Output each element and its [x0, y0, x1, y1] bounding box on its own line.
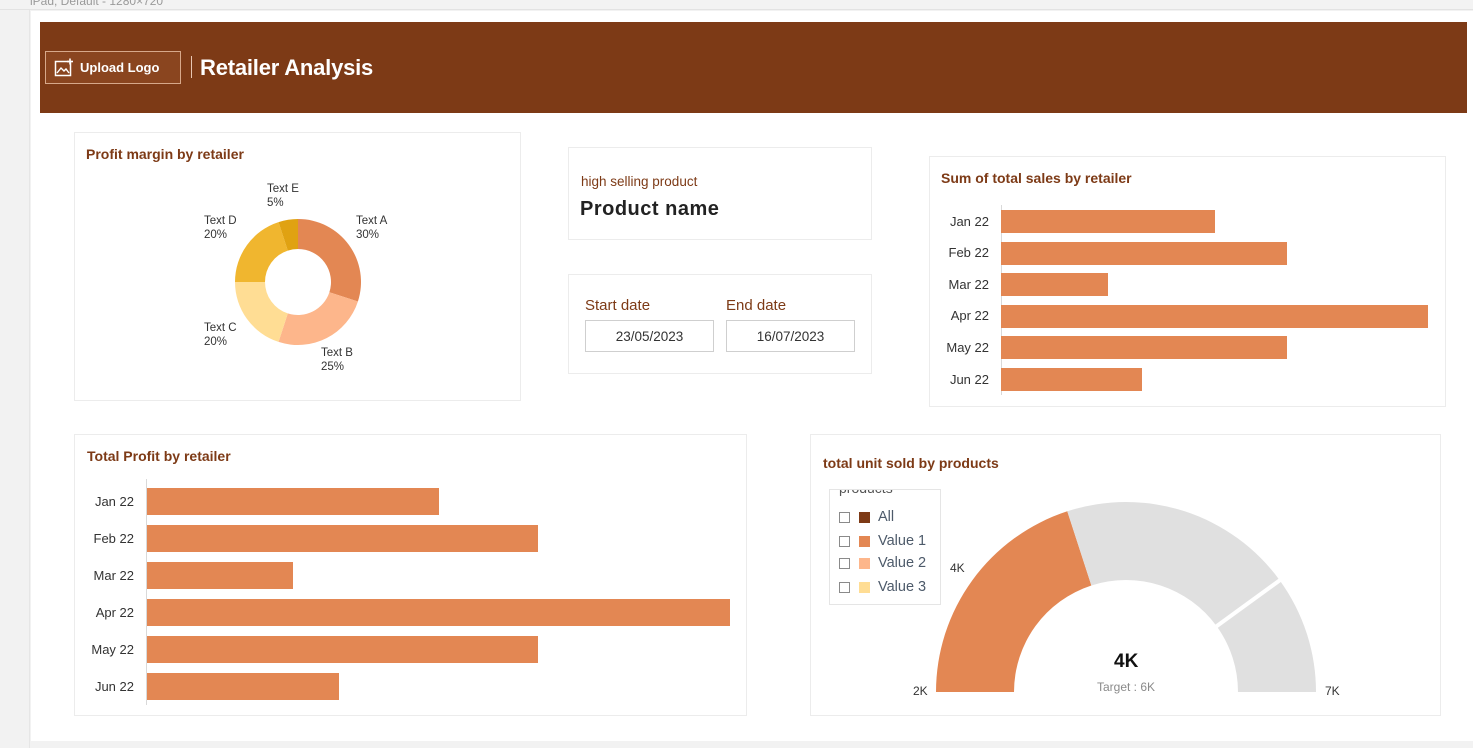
gauge-max-label: 7K — [1325, 684, 1340, 698]
gauge-min-label: 2K — [913, 684, 928, 698]
gauge-mark-label: 4K — [950, 561, 965, 575]
end-date-field[interactable]: 16/07/2023 — [726, 320, 855, 352]
report-header: Upload Logo Retailer Analysis — [40, 22, 1467, 113]
bar-label-feb-22: Feb 22 — [948, 245, 989, 261]
upload-logo-label: Upload Logo — [80, 60, 160, 75]
sales-by-retailer-card: Sum of total sales by retailer Jan 22 Feb… — [929, 156, 1446, 407]
donut-slice-text-b[interactable] — [278, 292, 358, 345]
pie-label-text-d: Text D 20% — [204, 215, 237, 241]
units-sold-card: total unit sold by products products All… — [810, 434, 1441, 716]
bar-jan-22[interactable] — [147, 488, 439, 515]
bar-apr-22[interactable] — [147, 599, 730, 626]
upload-logo-button[interactable]: Upload Logo — [45, 51, 181, 84]
donut-slice-text-d[interactable] — [235, 222, 288, 282]
bar-label-jan-22: Jan 22 — [94, 493, 134, 509]
bar-feb-22[interactable] — [147, 525, 538, 552]
kpi-subtitle: high selling product — [581, 174, 698, 189]
units-gauge — [936, 502, 1316, 692]
header-divider — [191, 56, 192, 78]
bar-jun-22[interactable] — [147, 673, 340, 700]
profit-margin-card: Profit margin by retailer Text A 30% Text… — [74, 132, 521, 401]
image-upload-icon — [54, 58, 74, 78]
start-date-field[interactable]: 23/05/2023 — [585, 320, 714, 352]
date-range-card: Start date 23/05/2023 End date 16/07/202… — [568, 274, 872, 374]
pie-label-text-a: Text A 30% — [356, 215, 388, 241]
bar-apr-22[interactable] — [1001, 304, 1428, 328]
profit-chart-title: Total Profit by retailer — [87, 448, 231, 464]
profit-margin-donut — [235, 219, 361, 345]
high-selling-product-card: high selling product Product name — [568, 147, 872, 240]
sales-chart-title: Sum of total sales by retailer — [941, 170, 1132, 186]
bar-may-22[interactable] — [1001, 336, 1288, 360]
start-date-label: Start date — [585, 297, 651, 314]
bar-label-may-22: May 22 — [946, 339, 989, 355]
bar-label-jun-22: Jun 22 — [949, 371, 989, 387]
bar-label-apr-22: Apr 22 — [950, 308, 989, 324]
pie-label-text-b: Text B 25% — [321, 347, 353, 373]
bar-mar-22[interactable] — [1001, 273, 1108, 297]
pie-label-text-e: Text E 5% — [267, 183, 299, 209]
left-gutter — [0, 10, 30, 748]
total-profit-card: Total Profit by retailer Jan 22 Feb 22 Mar… — [74, 434, 747, 716]
bar-label-jan-22: Jan 22 — [949, 213, 989, 229]
bar-label-may-22: May 22 — [91, 641, 134, 657]
bar-label-mar-22: Mar 22 — [948, 276, 989, 292]
page-title: Retailer Analysis — [200, 55, 374, 80]
gauge-fill — [936, 511, 1092, 692]
gauge-value: 4K — [1114, 651, 1139, 672]
donut-slice-text-c[interactable] — [235, 282, 288, 342]
pie-label-text-c: Text C 20% — [204, 322, 237, 348]
bar-label-jun-22: Jun 22 — [94, 678, 134, 694]
device-breadcrumb: iPad, Default - 1280×720 — [30, 0, 164, 8]
donut-slice-text-a[interactable] — [298, 219, 361, 302]
bar-label-mar-22: Mar 22 — [93, 567, 134, 583]
bar-jun-22[interactable] — [1001, 368, 1142, 391]
bar-label-feb-22: Feb 22 — [93, 530, 134, 546]
bar-mar-22[interactable] — [147, 562, 293, 589]
bar-label-apr-22: Apr 22 — [95, 604, 134, 620]
gauge-target: Target : 6K — [1097, 680, 1156, 694]
bar-jan-22[interactable] — [1001, 210, 1215, 233]
kpi-value: Product name — [580, 198, 720, 220]
bar-may-22[interactable] — [147, 636, 538, 663]
sales-axis-line — [1001, 205, 1002, 395]
end-date-label: End date — [726, 297, 787, 314]
window-topstrip: iPad, Default - 1280×720 — [0, 0, 1473, 10]
bar-feb-22[interactable] — [1001, 241, 1288, 265]
